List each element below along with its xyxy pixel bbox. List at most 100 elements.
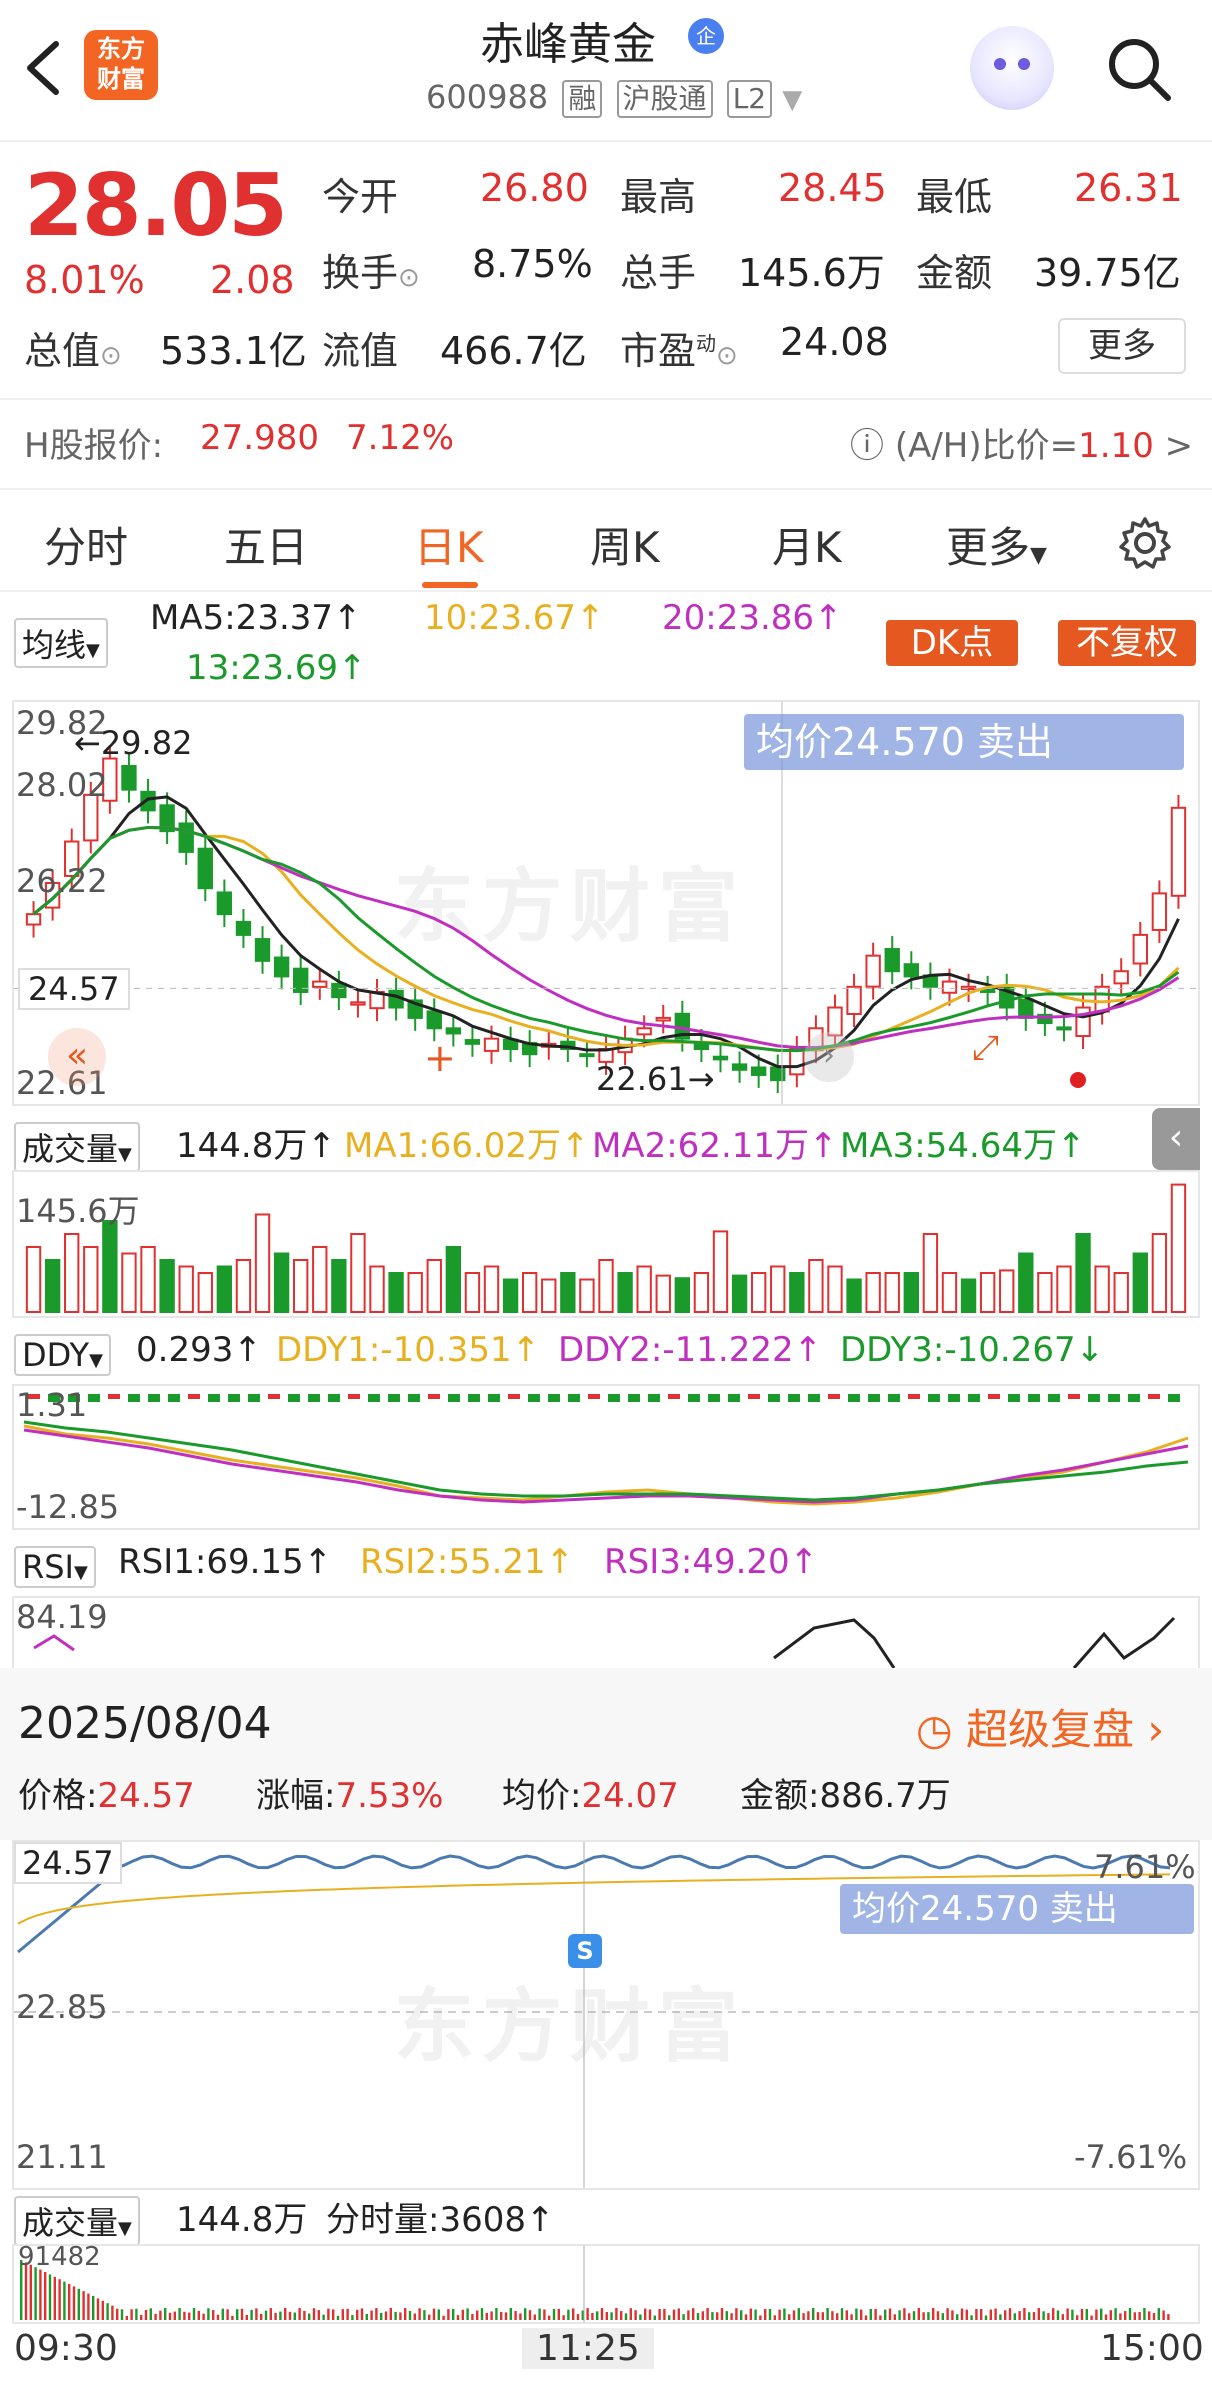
- intraday-volume-bar: [836, 2313, 839, 2320]
- intraday-volume-bar: [821, 2312, 824, 2320]
- intraday-chart[interactable]: 东方财富 24.57 22.85 21.11 7.61% -7.61% 均价24…: [12, 1840, 1200, 2190]
- intraday-volume-selector[interactable]: 成交量▼: [14, 2196, 140, 2246]
- ddy-bar: [908, 1394, 920, 1399]
- pe-label[interactable]: 市盈动⊙: [620, 320, 738, 375]
- intraday-volume-bar: [120, 2309, 124, 2320]
- volume-label: 总手: [620, 251, 697, 295]
- intraday-volume-bar: [557, 2308, 560, 2320]
- amount-label: 金额: [916, 251, 993, 295]
- ma-selector[interactable]: 均线▼: [14, 618, 108, 668]
- intraday-volume-bar: [1152, 2313, 1156, 2320]
- ddy-bar: [968, 1394, 980, 1402]
- search-icon[interactable]: [1104, 34, 1174, 104]
- intraday-volume-bar: [653, 2315, 656, 2320]
- back-arrow-icon[interactable]: [22, 38, 62, 98]
- intraday-volume-bar: [927, 2312, 930, 2320]
- rsi-chart[interactable]: 84.19: [12, 1596, 1200, 1669]
- volume-selector[interactable]: 成交量▼: [14, 1122, 140, 1172]
- avg-price-sell-bubble[interactable]: 均价24.570 卖出: [744, 714, 1184, 770]
- crosshair-plus-icon[interactable]: +: [424, 1036, 456, 1080]
- ddy-selector[interactable]: DDY▼: [14, 1334, 111, 1376]
- intraday-volume-bar: [802, 2313, 805, 2320]
- volume-bar: [1075, 1233, 1091, 1313]
- ddy-line: [23, 1424, 1189, 1506]
- kline-chart[interactable]: 东方财富 29.82 28.02 26.22 24.57 22.61 ←29.8…: [12, 700, 1200, 1106]
- chevron-right-icon[interactable]: ›: [804, 1032, 854, 1082]
- ddy-bar: [1028, 1394, 1040, 1402]
- ddy-bar: [188, 1394, 200, 1399]
- tab-more[interactable]: 更多▼: [946, 514, 1047, 575]
- tab-monthly-k[interactable]: 月K: [772, 514, 842, 575]
- ah-ratio-value: 1.10: [1078, 426, 1154, 466]
- intraday-volume-bar: [380, 2312, 383, 2320]
- current-price: 28.05: [24, 156, 288, 256]
- app-logo[interactable]: 东方 财富: [84, 30, 158, 100]
- intraday-volume-bar: [58, 2279, 61, 2320]
- intraday-volume-bar: [504, 2312, 508, 2320]
- ddy-chart[interactable]: 1.31 -12.85: [12, 1384, 1200, 1530]
- volume-bar: [254, 1213, 271, 1313]
- ddy-bar: [148, 1394, 160, 1402]
- tab-daily-k[interactable]: 日K: [414, 514, 484, 575]
- tab-five-day[interactable]: 五日: [224, 514, 308, 575]
- intraday-volume-bar: [432, 2308, 436, 2320]
- stock-code-line[interactable]: 600988 融 沪股通 L2 ▼: [426, 78, 802, 118]
- intraday-volume-bar: [1090, 2315, 1093, 2320]
- time-label-open: 09:30: [14, 2328, 118, 2369]
- intraday-volume-bar: [1066, 2308, 1069, 2320]
- h-share-pct: 7.12%: [346, 418, 455, 458]
- intraday-volume-bar: [908, 2313, 911, 2320]
- candle-body: [312, 980, 328, 988]
- tab-weekly-k[interactable]: 周K: [590, 514, 660, 575]
- total-value: 533.1亿: [160, 329, 307, 373]
- intraday-avg: 均价:24.07: [502, 1776, 679, 1816]
- intraday-volume-bar: [956, 2314, 959, 2320]
- intraday-volume-bar: [735, 2308, 738, 2320]
- intraday-volume-bar: [308, 2313, 311, 2320]
- volume-bar: [426, 1259, 442, 1313]
- candle-body: [197, 847, 213, 890]
- rsi-selector[interactable]: RSI▼: [14, 1546, 96, 1588]
- intraday-volume-bar: [298, 2308, 301, 2320]
- more-button[interactable]: 更多: [1058, 318, 1186, 374]
- candle-body: [789, 1048, 805, 1076]
- intraday-volume-bar: [716, 2312, 719, 2320]
- change-pct: 8.01%: [24, 258, 145, 302]
- intraday-volume-bar: [639, 2314, 642, 2320]
- sell-signal-icon[interactable]: S: [568, 1934, 602, 1968]
- intraday-volume-bar: [178, 2308, 181, 2320]
- stock-code: 600988: [426, 78, 549, 116]
- intraday-volume-bar: [336, 2315, 340, 2320]
- intraday-volume-bar: [970, 2315, 973, 2320]
- dk-point-button[interactable]: DK点: [886, 620, 1018, 666]
- candle-body: [846, 985, 862, 1015]
- intraday-volume-chart[interactable]: 91482: [12, 2242, 1200, 2324]
- intraday-volume-y: 91482: [18, 2242, 101, 2272]
- volume-bar: [83, 1246, 99, 1313]
- ddy-bar: [248, 1394, 260, 1402]
- turnover-label[interactable]: 换手⊙: [322, 242, 420, 297]
- volume-bar: [674, 1277, 691, 1313]
- low-annotation: 22.61→: [596, 1060, 715, 1098]
- volume-bar: [731, 1274, 748, 1313]
- total-value-label[interactable]: 总值⊙: [24, 320, 122, 375]
- settings-gear-icon[interactable]: [1118, 516, 1172, 570]
- expand-icon[interactable]: ⤢: [972, 1028, 999, 1068]
- volume-chart[interactable]: 145.6万: [12, 1170, 1200, 1318]
- intraday-volume-bar: [980, 2309, 983, 2320]
- rsi3-value: RSI3:49.20↑: [604, 1542, 819, 1582]
- intraday-volume-bar: [764, 2309, 767, 2320]
- intraday-avg-sell-bubble[interactable]: 均价24.570 卖出: [840, 1884, 1194, 1934]
- intraday-volume-bar: [759, 2315, 762, 2320]
- tab-intraday[interactable]: 分时: [44, 514, 128, 575]
- ddy-bar: [1048, 1394, 1060, 1402]
- intraday-volume-bar: [629, 2308, 632, 2320]
- no-adjust-button[interactable]: 不复权: [1058, 620, 1196, 666]
- collapse-panel-icon[interactable]: ‹: [1152, 1108, 1200, 1170]
- ah-ratio[interactable]: ⓘ (A/H)比价=1.10 >: [850, 418, 1193, 467]
- logo-line1: 东方: [97, 35, 145, 63]
- super-review-link[interactable]: ◷ 超级复盘 ›: [916, 1696, 1164, 1757]
- ma10-value: 10:23.67↑: [424, 598, 605, 638]
- scroll-left-icon[interactable]: «: [48, 1028, 106, 1086]
- assistant-robot-icon[interactable]: [970, 26, 1054, 110]
